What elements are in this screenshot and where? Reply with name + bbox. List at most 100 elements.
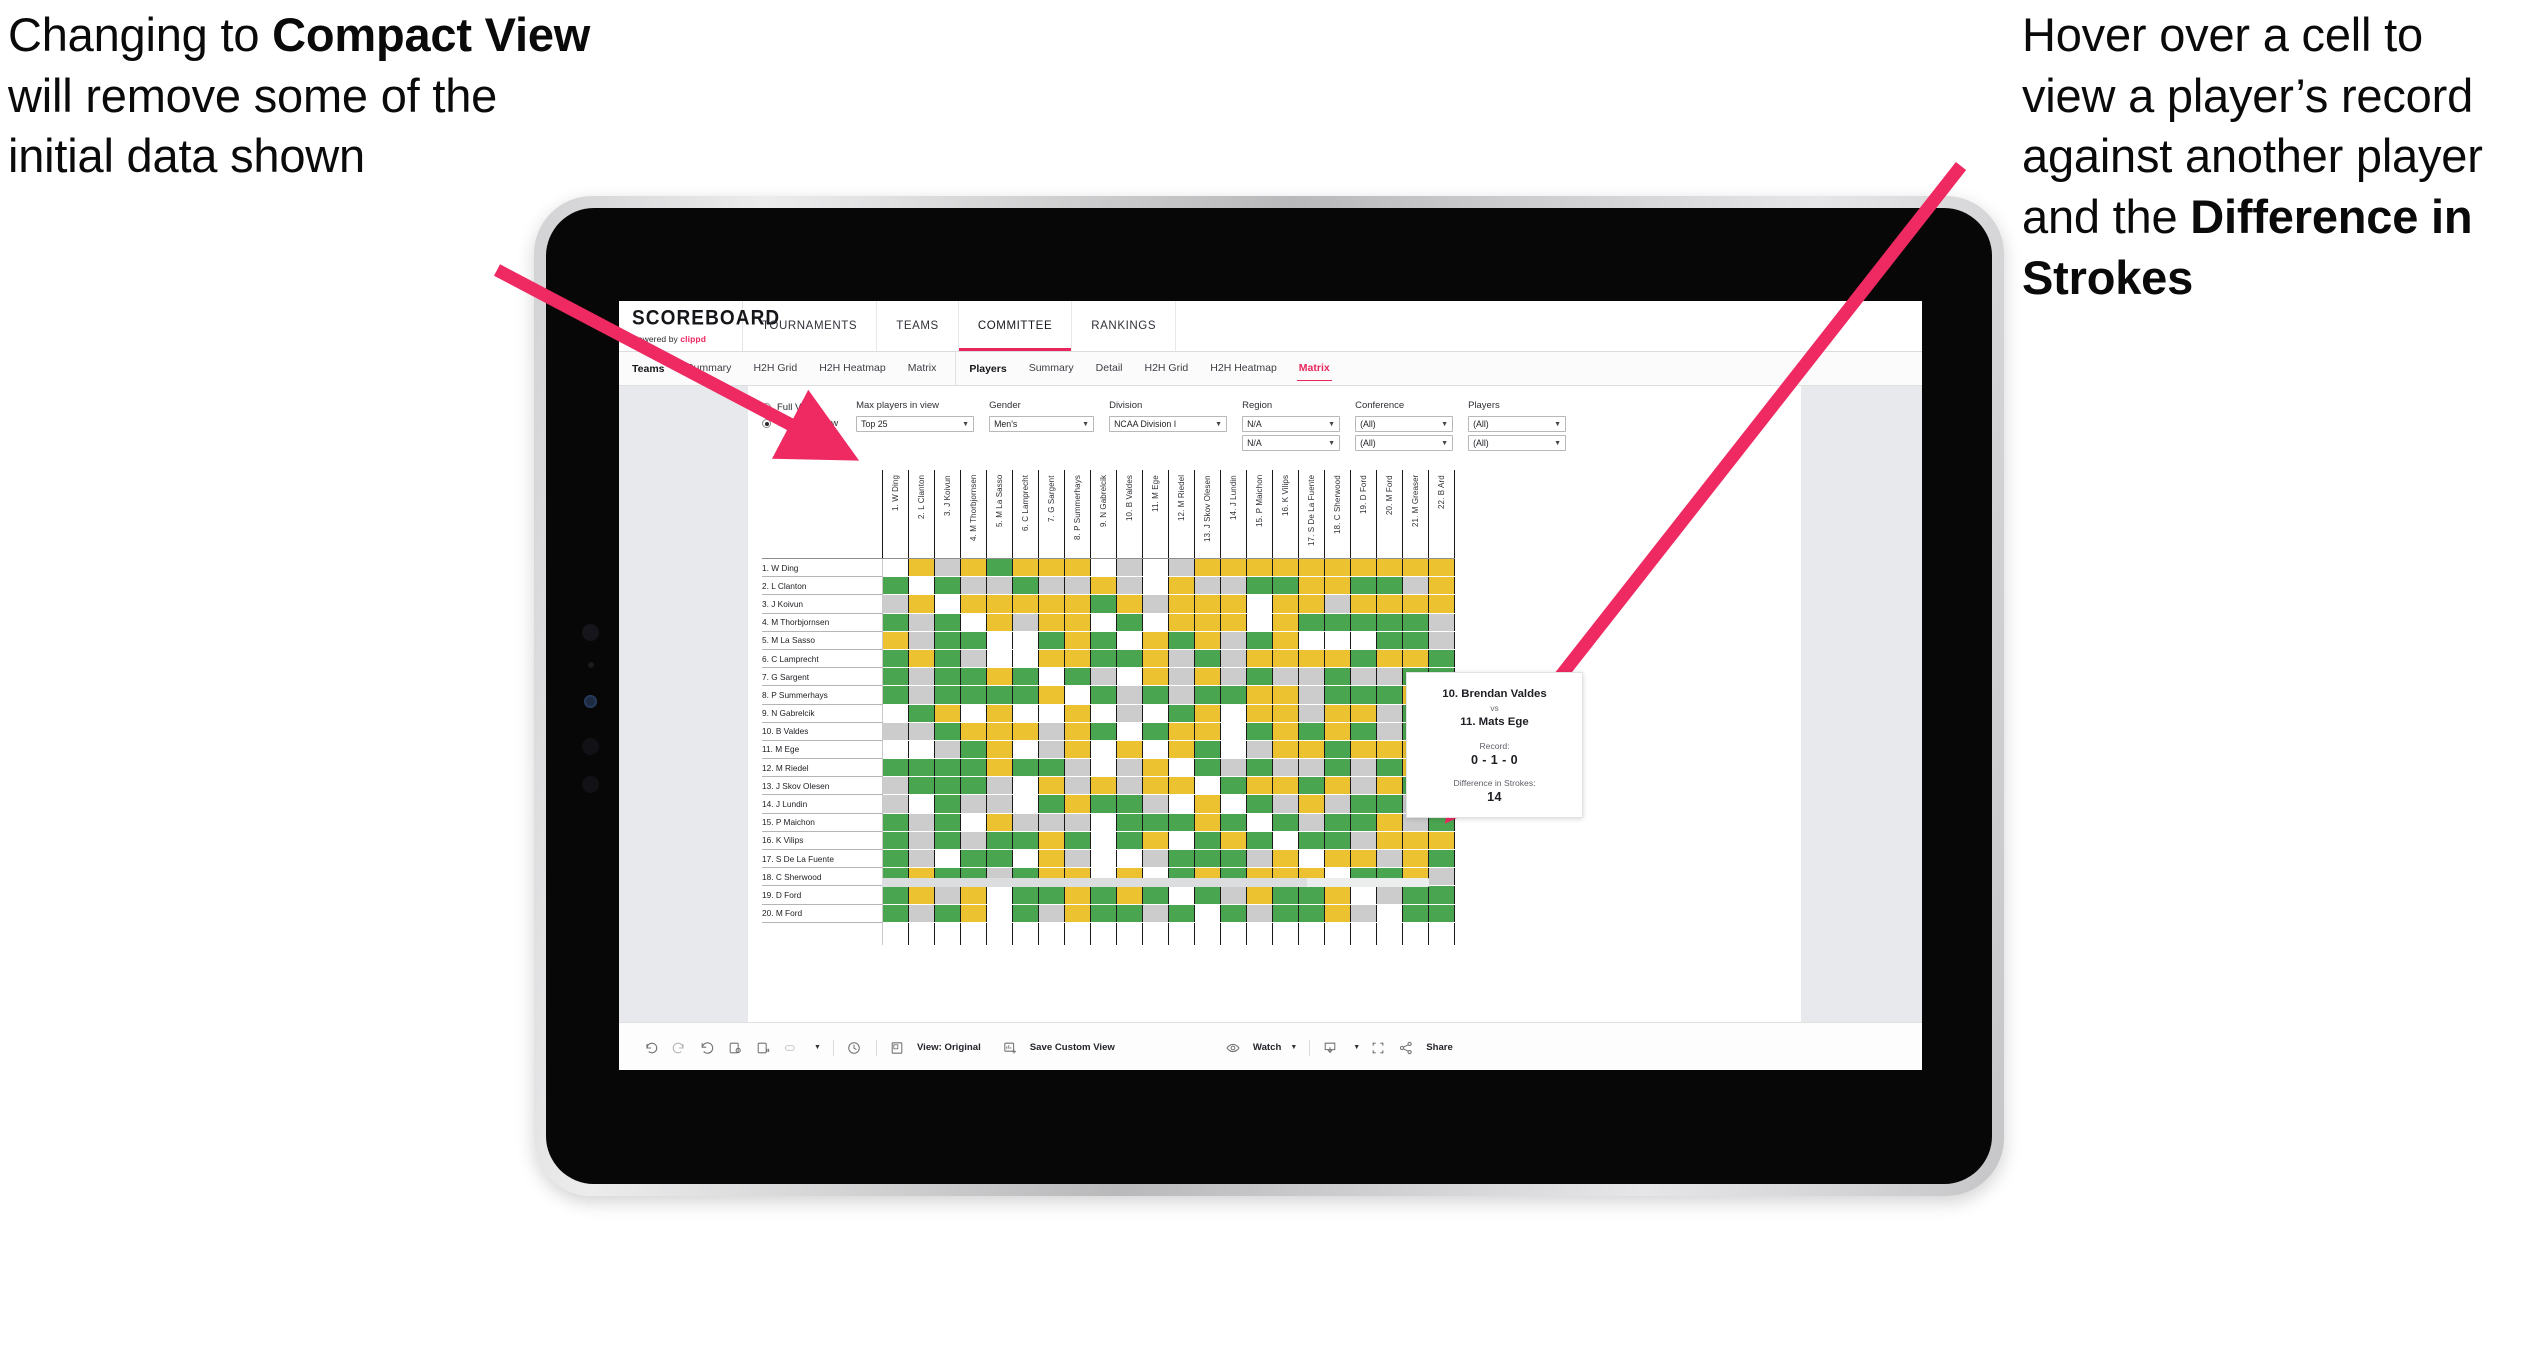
matrix-cell[interactable] (1246, 849, 1273, 869)
matrix-cell[interactable] (934, 794, 961, 814)
matrix-cell[interactable] (1350, 849, 1377, 869)
matrix-cell[interactable] (1298, 776, 1325, 796)
matrix-cell[interactable] (1116, 813, 1143, 832)
matrix-cell[interactable] (1168, 813, 1195, 832)
matrix-cell[interactable] (934, 613, 961, 632)
conference-select-1[interactable]: (All) ▼ (1355, 416, 1454, 432)
matrix-cell[interactable] (986, 576, 1013, 596)
matrix-cell[interactable] (1402, 576, 1429, 596)
subnav-players-summary[interactable]: Summary (1018, 352, 1085, 385)
matrix-cell[interactable] (1064, 794, 1091, 814)
matrix-cell[interactable] (882, 776, 909, 796)
matrix-cell[interactable] (1350, 813, 1377, 832)
matrix-cell[interactable] (1038, 813, 1065, 832)
matrix-cell[interactable] (882, 576, 909, 596)
matrix-cell[interactable] (960, 722, 987, 741)
matrix-cell[interactable] (934, 649, 961, 669)
matrix-cell[interactable] (1168, 885, 1195, 905)
matrix-cell[interactable] (1012, 813, 1039, 832)
matrix-cell[interactable] (1298, 904, 1325, 923)
matrix-cell[interactable] (1142, 704, 1169, 723)
matrix-cell[interactable] (1324, 904, 1351, 923)
matrix-cell[interactable] (960, 813, 987, 832)
matrix-cell[interactable] (1012, 558, 1039, 578)
matrix-cell[interactable] (1168, 794, 1195, 814)
matrix-cell[interactable] (1246, 758, 1273, 778)
matrix-cell[interactable] (1272, 831, 1299, 851)
subnav-players-h2h-heatmap[interactable]: H2H Heatmap (1199, 352, 1288, 385)
matrix-cell[interactable] (1168, 740, 1195, 760)
matrix-cell[interactable] (908, 576, 935, 596)
matrix-cell[interactable] (1194, 558, 1221, 578)
matrix-cell[interactable] (1012, 722, 1039, 741)
matrix-cell[interactable] (1090, 722, 1117, 741)
matrix-cell[interactable] (1064, 631, 1091, 650)
matrix-cell[interactable] (1220, 722, 1247, 741)
matrix-cell[interactable] (1350, 613, 1377, 632)
matrix-cell[interactable] (1090, 613, 1117, 632)
matrix-cell[interactable] (908, 649, 935, 669)
matrix-cell[interactable] (1194, 576, 1221, 596)
matrix-cell[interactable] (1246, 704, 1273, 723)
matrix-cell[interactable] (1194, 667, 1221, 687)
matrix-cell[interactable] (1064, 776, 1091, 796)
matrix-cell[interactable] (1142, 849, 1169, 869)
matrix-cell[interactable] (1376, 904, 1403, 923)
matrix-cell[interactable] (1064, 613, 1091, 632)
matrix-cell[interactable] (908, 794, 935, 814)
matrix-cell[interactable] (882, 831, 909, 851)
matrix-cell[interactable] (1064, 813, 1091, 832)
matrix-cell[interactable] (1350, 776, 1377, 796)
matrix-cell[interactable] (1220, 758, 1247, 778)
matrix-cell[interactable] (1324, 704, 1351, 723)
matrix-cell[interactable] (1402, 558, 1429, 578)
matrix-cell[interactable] (986, 758, 1013, 778)
matrix-cell[interactable] (1116, 776, 1143, 796)
matrix-cell[interactable] (1194, 722, 1221, 741)
matrix-cell[interactable] (908, 558, 935, 578)
matrix-cell[interactable] (960, 594, 987, 614)
matrix-cell[interactable] (986, 594, 1013, 614)
matrix-cell[interactable] (960, 649, 987, 669)
matrix-cell[interactable] (1272, 685, 1299, 705)
matrix-cell[interactable] (1246, 631, 1273, 650)
horizontal-scrollbar[interactable] (882, 878, 1429, 887)
matrix-cell[interactable] (1090, 631, 1117, 650)
matrix-cell[interactable] (1272, 885, 1299, 905)
subnav-players-matrix[interactable]: Matrix (1288, 352, 1341, 385)
matrix-cell[interactable] (1064, 649, 1091, 669)
highlight-icon[interactable] (783, 1040, 799, 1056)
matrix-cell[interactable] (1194, 849, 1221, 869)
matrix-cell[interactable] (960, 613, 987, 632)
matrix-cell[interactable] (1116, 704, 1143, 723)
matrix-cell[interactable] (960, 558, 987, 578)
matrix-cell[interactable] (986, 885, 1013, 905)
fullscreen-icon[interactable] (1370, 1040, 1386, 1056)
topnav-tournaments[interactable]: TOURNAMENTS (743, 301, 878, 351)
matrix-cell[interactable] (1038, 594, 1065, 614)
matrix-cell[interactable] (1116, 849, 1143, 869)
matrix-cell[interactable] (1142, 649, 1169, 669)
matrix-cell[interactable] (908, 831, 935, 851)
matrix-cell[interactable] (1090, 685, 1117, 705)
matrix-cell[interactable] (1376, 685, 1403, 705)
matrix-cell[interactable] (1142, 558, 1169, 578)
matrix-cell[interactable] (1350, 558, 1377, 578)
matrix-cell[interactable] (960, 794, 987, 814)
matrix-cell[interactable] (1298, 813, 1325, 832)
conference-select-2[interactable]: (All) ▼ (1355, 435, 1454, 451)
matrix-cell[interactable] (1324, 613, 1351, 632)
matrix-cell[interactable] (986, 685, 1013, 705)
app-logo[interactable]: SCOREBOARD Powered by clippd (619, 301, 779, 351)
matrix-cell[interactable] (1142, 740, 1169, 760)
matrix-cell[interactable] (1168, 904, 1195, 923)
matrix-cell[interactable] (1220, 594, 1247, 614)
matrix-cell[interactable] (1038, 794, 1065, 814)
matrix-cell[interactable] (1324, 667, 1351, 687)
matrix-cell[interactable] (1402, 904, 1429, 923)
matrix-cell[interactable] (1350, 831, 1377, 851)
redo-icon[interactable] (671, 1040, 687, 1056)
matrix-cell[interactable] (1012, 667, 1039, 687)
matrix-cell[interactable] (1142, 758, 1169, 778)
matrix-cell[interactable] (960, 849, 987, 869)
